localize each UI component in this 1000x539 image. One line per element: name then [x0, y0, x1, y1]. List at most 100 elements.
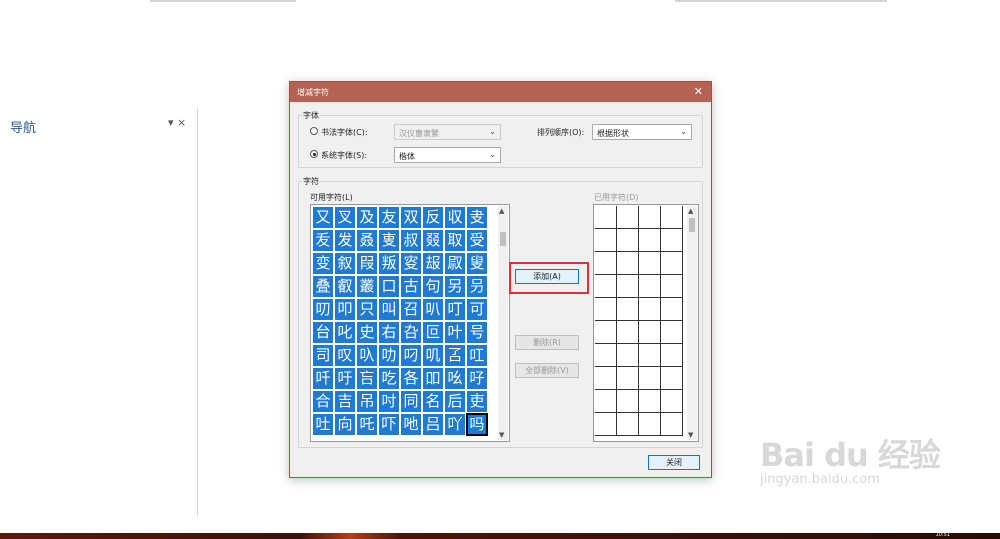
char-cell[interactable]: 叢	[356, 275, 378, 298]
used-char-cell[interactable]	[595, 298, 617, 321]
dialog-titlebar[interactable]: 增减字符 ✕	[290, 82, 711, 102]
system-font-select[interactable]: 楷体 ⌄	[394, 147, 501, 163]
char-cell[interactable]: 同	[400, 390, 422, 413]
used-char-cell[interactable]	[595, 367, 617, 390]
used-chars-scrollbar[interactable]: ▲ ▼	[687, 206, 697, 440]
used-char-cell[interactable]	[617, 206, 639, 229]
char-cell[interactable]: 后	[444, 390, 466, 413]
available-chars-grid[interactable]: 又叉及友双反収叏叐发叒叓叔叕取受变叙叚叛叜叝叞叟叠叡叢口古句另叧叨叩只叫召叭叮可…	[312, 206, 488, 436]
char-cell[interactable]: 吔	[400, 413, 422, 436]
used-char-cell[interactable]	[617, 344, 639, 367]
used-char-cell[interactable]	[617, 298, 639, 321]
char-cell[interactable]: 另	[444, 275, 466, 298]
char-cell[interactable]: 叵	[422, 321, 444, 344]
char-cell[interactable]: 叭	[422, 298, 444, 321]
used-char-cell[interactable]	[639, 413, 661, 436]
char-cell[interactable]: 吆	[444, 367, 466, 390]
used-char-cell[interactable]	[617, 229, 639, 252]
close-icon[interactable]: ✕	[694, 85, 703, 98]
char-cell[interactable]: 古	[400, 275, 422, 298]
used-char-cell[interactable]	[661, 229, 683, 252]
char-cell[interactable]: 吒	[356, 413, 378, 436]
scroll-up-icon[interactable]: ▲	[499, 207, 504, 215]
char-cell[interactable]: 号	[466, 321, 488, 344]
close-button[interactable]: 关闭	[648, 455, 700, 470]
system-font-radio[interactable]	[310, 150, 318, 158]
char-cell[interactable]: 叨	[312, 298, 334, 321]
used-char-cell[interactable]	[661, 344, 683, 367]
char-cell[interactable]: 叜	[400, 252, 422, 275]
char-cell[interactable]: 叧	[466, 275, 488, 298]
char-cell[interactable]: 叽	[422, 344, 444, 367]
used-char-cell[interactable]	[639, 275, 661, 298]
char-cell[interactable]: 叠	[312, 275, 334, 298]
used-char-cell[interactable]	[617, 367, 639, 390]
char-cell[interactable]: 叚	[356, 252, 378, 275]
used-char-cell[interactable]	[661, 413, 683, 436]
used-char-cell[interactable]	[595, 344, 617, 367]
char-cell[interactable]: 右	[378, 321, 400, 344]
char-cell[interactable]: 叞	[444, 252, 466, 275]
char-cell[interactable]: 叿	[466, 344, 488, 367]
scroll-down-icon[interactable]: ▼	[499, 431, 504, 439]
char-cell[interactable]: 叓	[378, 229, 400, 252]
char-cell[interactable]: 吓	[378, 413, 400, 436]
char-cell[interactable]: 及	[356, 206, 378, 229]
char-cell[interactable]: 叾	[444, 344, 466, 367]
char-cell[interactable]: 吃	[378, 367, 400, 390]
used-char-cell[interactable]	[639, 206, 661, 229]
used-char-cell[interactable]	[639, 321, 661, 344]
char-cell[interactable]: 叏	[466, 206, 488, 229]
sort-order-select[interactable]: 根据形状 ⌄	[592, 124, 692, 140]
used-char-cell[interactable]	[595, 252, 617, 275]
char-cell[interactable]: 吇	[466, 367, 488, 390]
char-cell[interactable]: 叱	[334, 321, 356, 344]
char-cell[interactable]: 史	[356, 321, 378, 344]
char-cell[interactable]: 吅	[422, 367, 444, 390]
used-char-cell[interactable]	[639, 252, 661, 275]
used-char-cell[interactable]	[595, 229, 617, 252]
char-cell[interactable]: 吀	[312, 367, 334, 390]
char-cell[interactable]: 叙	[334, 252, 356, 275]
char-cell[interactable]: 吉	[334, 390, 356, 413]
used-char-cell[interactable]	[617, 252, 639, 275]
char-cell[interactable]: 各	[400, 367, 422, 390]
char-cell[interactable]: 叹	[334, 344, 356, 367]
char-cell[interactable]: 叫	[378, 298, 400, 321]
available-chars-scrollbar[interactable]: ▲ ▼	[498, 206, 508, 440]
available-chars-list[interactable]: 又叉及友双反収叏叐发叒叓叔叕取受变叙叚叛叜叝叞叟叠叡叢口古句另叧叨叩只叫召叭叮可…	[310, 204, 510, 442]
char-cell[interactable]: 反	[422, 206, 444, 229]
char-cell[interactable]: 合	[312, 390, 334, 413]
used-char-cell[interactable]	[661, 321, 683, 344]
char-cell[interactable]: 发	[334, 229, 356, 252]
char-cell[interactable]: 只	[356, 298, 378, 321]
char-cell[interactable]: 台	[312, 321, 334, 344]
char-cell[interactable]: 司	[312, 344, 334, 367]
used-char-cell[interactable]	[595, 206, 617, 229]
used-char-cell[interactable]	[639, 229, 661, 252]
char-cell[interactable]: 召	[400, 298, 422, 321]
used-char-cell[interactable]	[617, 321, 639, 344]
char-cell[interactable]: 吋	[378, 390, 400, 413]
char-cell[interactable]: 句	[422, 275, 444, 298]
scrollbar-thumb[interactable]	[689, 218, 695, 232]
char-cell[interactable]: 叮	[444, 298, 466, 321]
char-cell[interactable]: 叡	[334, 275, 356, 298]
char-cell[interactable]: 吐	[312, 413, 334, 436]
char-cell[interactable]: 口	[378, 275, 400, 298]
char-cell[interactable]: 双	[400, 206, 422, 229]
char-cell[interactable]: 叒	[356, 229, 378, 252]
char-cell[interactable]: 叼	[400, 344, 422, 367]
used-char-cell[interactable]	[617, 413, 639, 436]
used-char-cell[interactable]	[595, 413, 617, 436]
char-cell[interactable]: 叶	[444, 321, 466, 344]
used-char-cell[interactable]	[639, 390, 661, 413]
char-cell[interactable]: 叝	[422, 252, 444, 275]
char-cell[interactable]: 叛	[378, 252, 400, 275]
used-char-cell[interactable]	[661, 367, 683, 390]
char-cell[interactable]: 叟	[466, 252, 488, 275]
used-char-cell[interactable]	[595, 390, 617, 413]
used-char-cell[interactable]	[639, 367, 661, 390]
used-char-cell[interactable]	[617, 390, 639, 413]
used-char-cell[interactable]	[661, 390, 683, 413]
